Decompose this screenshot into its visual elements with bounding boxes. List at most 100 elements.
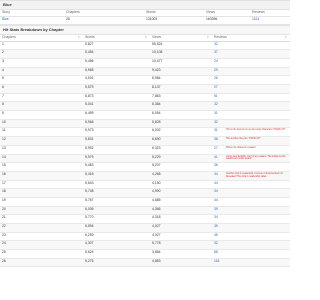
sort-icon: ⇕ (144, 34, 147, 39)
chapter-row: 15 5,463 5,207 36 (0, 162, 290, 172)
chapter-reviews-link[interactable]: 68 (212, 249, 290, 259)
chapter-reviews-link[interactable]: 38 This is when they are "HOOK UP" (212, 136, 290, 146)
chapter-views: 4,318 (150, 214, 212, 225)
chapter-breakdown-table: Chapters ⇕ Words ⇕ Views ⇕ Reviews ⇕ 1 5,827 5… (0, 34, 290, 268)
chapter-views: 4,853 (150, 258, 212, 268)
chapter-reviews-link[interactable]: 39 (212, 206, 290, 216)
chapter-reviews-count[interactable]: 41 (214, 155, 226, 160)
chapter-number: 17 (0, 180, 83, 190)
chapter-reviews-count[interactable]: 31 (214, 129, 226, 133)
chapter-annotation: Another drop in readership, but here a S… (226, 172, 283, 178)
story-reviews-link[interactable]: 1161 (250, 16, 290, 25)
chapter-row: 10 5,966 5,828 32 (0, 119, 290, 129)
col-chapters-header: Chapters (64, 10, 144, 18)
chapter-words: 5,579 (83, 84, 150, 94)
chapter-number: 7 (0, 93, 83, 103)
chapter-number: 8 (0, 101, 83, 112)
chapter-row: 17 5,643 4,150 44 (0, 180, 290, 190)
chapter-views: 4,150 (150, 180, 212, 190)
chapter-reviews-count[interactable]: 27 (214, 146, 226, 151)
chapter-reviews-link[interactable]: 44 (212, 197, 290, 207)
chapter-reviews-link[interactable]: 34 Another drop in readership, but here a… (212, 171, 290, 181)
story-title-link[interactable]: Blue (0, 16, 64, 25)
chapter-number: 6 (0, 84, 83, 94)
chapter-number: 2 (0, 49, 83, 59)
chapter-views: 4,685 (150, 197, 212, 207)
chapter-annotation: Where the drama is revealed (226, 146, 256, 149)
chapter-views: 6,384 (150, 101, 212, 112)
chapter-row: 9 6,499 6,054 31 (0, 110, 290, 120)
chapter-reviews-link[interactable]: 24 (212, 58, 290, 68)
chapter-row: 8 5,041 6,384 32 (0, 101, 290, 112)
chapter-row: 1 5,827 55,524 32 (0, 41, 290, 51)
story-panel-heading: Blue (0, 0, 290, 10)
chapter-row: 18 5,748 4,900 34 (0, 188, 290, 198)
chapter-reviews-link[interactable]: 45 (212, 232, 290, 242)
chapter-row: 25 5,624 3,864 68 (0, 249, 290, 259)
chapter-reviews-link[interactable]: 39 (212, 223, 290, 233)
chapter-reviews-link[interactable]: 118 (212, 258, 290, 268)
summary-header-row: Story Chapters Words Views Reviews (0, 10, 290, 18)
chapter-views: 6,323 (150, 145, 212, 155)
chapter-words: 5,770 (83, 214, 150, 225)
chapter-reviews-link[interactable]: 36 (212, 162, 290, 172)
chapter-reviews-link[interactable]: 29 (212, 67, 290, 77)
chapter-views: 4,027 (150, 223, 212, 233)
chapter-reviews-link[interactable]: 44 (212, 180, 290, 190)
chapter-views: 4,268 (150, 171, 212, 181)
chapter-words: 5,966 (83, 119, 150, 129)
chapter-reviews-link[interactable]: 51 (212, 93, 290, 103)
chapter-reviews-link[interactable]: 41 Lucky view delights. Our honey readers… (212, 154, 290, 164)
chapter-words: 6,259 (83, 232, 150, 242)
chapter-number: 23 (0, 232, 83, 242)
chapter-words: 5,831 (83, 136, 150, 146)
chapter-words: 5,594 (83, 223, 150, 233)
chapter-reviews-link[interactable]: 26 (212, 75, 290, 86)
chapter-reviews-link[interactable]: 34 (212, 214, 290, 225)
chapter-row: 11 5,973 6,002 31 This is the best as on my … (0, 127, 290, 138)
chapter-words: 5,041 (83, 101, 150, 112)
chapter-row: 22 5,594 4,027 39 (0, 223, 290, 233)
story-views-count: 163396 (204, 16, 250, 25)
chapter-reviews-link[interactable]: 32 (212, 119, 290, 129)
col-story-header: Story (0, 10, 64, 18)
chapter-reviews-link[interactable]: 27 Where the drama is revealed (212, 145, 290, 155)
chapter-number: 4 (0, 67, 83, 77)
chapter-views: 10,108 (150, 49, 212, 59)
chapter-reviews-link[interactable]: 37 (212, 49, 290, 59)
chapter-words: 5,456 (83, 58, 150, 68)
chapter-number: 20 (0, 206, 83, 216)
chapter-reviews-count[interactable]: 34 (214, 172, 226, 177)
chapter-number: 14 (0, 154, 83, 164)
chapter-annotation: Lucky view delights. Our honey readers. … (226, 155, 286, 161)
chapter-views: 7,863 (150, 93, 212, 103)
chapter-row: 4 5,965 9,423 29 (0, 67, 290, 77)
chapter-words: 5,973 (83, 127, 150, 138)
chapter-row: 6 5,579 8,137 27 (0, 84, 290, 94)
chapter-row: 16 5,416 4,268 34 Another drop in readership… (0, 171, 290, 181)
sort-icon: ⇕ (206, 34, 209, 39)
chapter-number: 9 (0, 110, 83, 120)
chapter-number: 15 (0, 162, 83, 172)
chapter-reviews-link[interactable]: 32 (212, 41, 290, 51)
chapter-views: 6,690 (150, 136, 212, 146)
chapter-reviews-link[interactable]: 31 (212, 110, 290, 120)
chapter-number: 13 (0, 145, 83, 155)
chapter-reviews-link[interactable]: 32 (212, 101, 290, 112)
chapter-reviews-link[interactable]: 34 (212, 188, 290, 198)
chapter-views: 5,778 (150, 240, 212, 251)
chapter-reviews-link[interactable]: 27 (212, 84, 290, 94)
chapter-reviews-count[interactable]: 38 (214, 137, 226, 142)
chapter-words: 5,748 (83, 188, 150, 198)
chapter-number: 12 (0, 136, 83, 146)
chapter-row: 21 5,770 4,318 34 (0, 214, 290, 225)
chapter-reviews-link[interactable]: 31 This is the best as on my two main cha… (212, 127, 290, 138)
chapter-words: 5,624 (83, 249, 150, 259)
chapter-words: 5,275 (83, 258, 150, 268)
chapter-views: 55,524 (150, 41, 212, 51)
breakdown-panel-heading: Hit Stats Breakdown by Chapter (0, 24, 290, 35)
chapter-row: 19 5,767 4,685 44 (0, 197, 290, 207)
chapter-row: 14 5,979 5,229 41 Lucky view delights. Our h… (0, 154, 290, 164)
chapter-words: 6,499 (83, 110, 150, 120)
chapter-reviews-link[interactable]: 32 (212, 240, 290, 251)
